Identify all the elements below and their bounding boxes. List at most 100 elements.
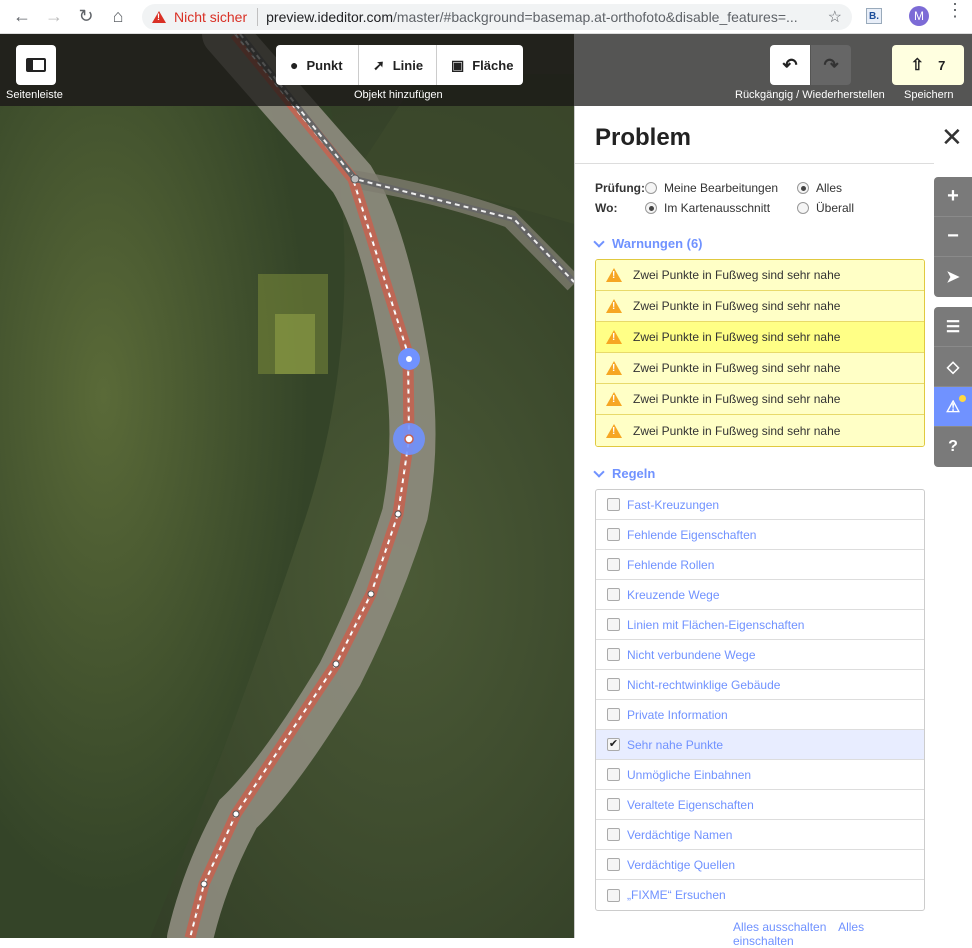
- redo-button[interactable]: ↷: [811, 45, 851, 85]
- rules-section-toggle[interactable]: Regeln: [593, 465, 656, 481]
- radio-everywhere-icon[interactable]: [797, 202, 809, 214]
- rule-label: Fehlende Rollen: [627, 557, 715, 572]
- map-data-icon[interactable]: ◇: [934, 347, 972, 387]
- rule-checkbox[interactable]: [607, 858, 620, 871]
- rule-label: Unmögliche Einbahnen: [627, 767, 752, 782]
- panel-header: Problem ✕: [575, 106, 963, 164]
- add-feature-label: Objekt hinzufügen: [354, 89, 443, 101]
- geolocate-icon[interactable]: ➤: [934, 257, 972, 297]
- radio-my-edits-label: Meine Bearbeitungen: [664, 181, 779, 195]
- rule-item[interactable]: Fehlende Rollen: [596, 550, 924, 580]
- back-icon[interactable]: ←: [6, 0, 38, 34]
- warning-item[interactable]: Zwei Punkte in Fußweg sind sehr nahe: [596, 291, 924, 322]
- warning-item-selected[interactable]: Zwei Punkte in Fußweg sind sehr nahe: [596, 322, 924, 353]
- issue-options: Prüfung: Meine Bearbeitungen Alles Wo: I…: [595, 178, 854, 218]
- rule-item[interactable]: Nicht-rechtwinklige Gebäude: [596, 670, 924, 700]
- rules-footer: Alles ausschalten Alles einschalten: [733, 920, 934, 948]
- undo-redo-label: Rückgängig / Wiederherstellen: [735, 89, 885, 101]
- rule-checkbox[interactable]: [607, 888, 620, 902]
- add-area-button[interactable]: ▣ Fläche: [437, 45, 523, 85]
- radio-my-edits[interactable]: Meine Bearbeitungen: [645, 181, 797, 195]
- point-marker-icon: ●: [290, 57, 299, 73]
- rule-item[interactable]: Unmögliche Einbahnen: [596, 760, 924, 790]
- warning-icon: [606, 392, 622, 406]
- rule-label: Private Information: [627, 707, 728, 722]
- radio-visible[interactable]: Im Kartenausschnitt: [645, 201, 797, 215]
- rule-checkbox[interactable]: [607, 558, 620, 571]
- rule-checkbox[interactable]: [607, 828, 620, 841]
- add-line-button[interactable]: ➚ Linie: [359, 45, 437, 85]
- help-icon[interactable]: ?: [934, 427, 972, 467]
- forward-icon[interactable]: →: [38, 0, 70, 34]
- warning-label: Zwei Punkte in Fußweg sind sehr nahe: [633, 330, 841, 344]
- add-point-button[interactable]: ● Punkt: [276, 45, 359, 85]
- rule-checkbox[interactable]: [607, 648, 620, 661]
- where-label: Wo:: [595, 201, 618, 215]
- zoom-out-icon[interactable]: −: [934, 217, 972, 257]
- check-label: Prüfung:: [595, 181, 645, 195]
- rule-item[interactable]: Private Information: [596, 700, 924, 730]
- rule-item[interactable]: Linien mit Flächen-Eigenschaften: [596, 610, 924, 640]
- warning-item[interactable]: Zwei Punkte in Fußweg sind sehr nahe: [596, 415, 924, 446]
- rule-checkbox[interactable]: [607, 618, 620, 631]
- profile-avatar[interactable]: M: [909, 6, 929, 26]
- rule-label: Sehr nahe Punkte: [627, 737, 724, 752]
- rule-checkbox[interactable]: [607, 798, 620, 811]
- extension-icon[interactable]: B.: [866, 8, 882, 24]
- rule-checkbox[interactable]: [607, 588, 620, 601]
- bookmark-star-icon[interactable]: ☆: [828, 7, 842, 27]
- upload-icon: ⇧: [910, 57, 925, 74]
- background-layers-icon[interactable]: ☰: [934, 307, 972, 347]
- warning-icon: [606, 268, 622, 282]
- save-count: 7: [938, 57, 946, 73]
- warning-icon: [606, 299, 622, 313]
- zoom-in-icon[interactable]: +: [934, 177, 972, 217]
- issues-badge: [959, 395, 966, 402]
- map-canvas[interactable]: [0, 34, 574, 938]
- rule-checkbox[interactable]: [607, 528, 620, 541]
- undo-icon: ↶: [782, 54, 798, 75]
- rule-checkbox[interactable]: [607, 678, 620, 691]
- warning-item[interactable]: Zwei Punkte in Fußweg sind sehr nahe: [596, 353, 924, 384]
- warning-icon: [606, 330, 622, 344]
- rule-checkbox[interactable]: [607, 768, 620, 781]
- warning-item[interactable]: Zwei Punkte in Fußweg sind sehr nahe: [596, 384, 924, 415]
- rule-item[interactable]: Fehlende Eigenschaften: [596, 520, 924, 550]
- rule-label: Linien mit Flächen-Eigenschaften: [627, 617, 805, 632]
- rule-item[interactable]: Fast-Kreuzungen: [596, 490, 924, 520]
- omnibox-divider: [257, 8, 259, 26]
- warning-item[interactable]: Zwei Punkte in Fußweg sind sehr nahe: [596, 260, 924, 291]
- rule-checkbox[interactable]: [607, 498, 620, 511]
- browser-toolbar: ← → ↻ ⌂ Nicht sicher preview.ideditor.co…: [0, 0, 972, 34]
- radio-my-edits-icon[interactable]: [645, 182, 657, 194]
- home-icon[interactable]: ⌂: [102, 0, 134, 34]
- save-button[interactable]: ⇧ 7: [892, 45, 964, 85]
- rule-checkbox[interactable]: [607, 708, 620, 721]
- close-icon[interactable]: ✕: [941, 122, 963, 153]
- radio-everywhere-label: Überall: [816, 201, 855, 215]
- rule-item[interactable]: Kreuzende Wege: [596, 580, 924, 610]
- undo-button[interactable]: ↶: [770, 45, 810, 85]
- radio-everywhere[interactable]: Überall: [797, 201, 854, 215]
- address-bar[interactable]: Nicht sicher preview.ideditor.com/master…: [142, 4, 852, 30]
- rule-checkbox-checked[interactable]: ✔: [607, 738, 620, 751]
- deselect-all-link[interactable]: Alles ausschalten: [733, 920, 826, 934]
- rule-label: Fehlende Eigenschaften: [627, 527, 757, 542]
- rule-item[interactable]: Verdächtige Quellen: [596, 850, 924, 880]
- sidebar-toggle-button[interactable]: [16, 45, 56, 85]
- warnings-section-toggle[interactable]: Warnungen (6): [593, 235, 703, 251]
- rule-item[interactable]: Verdächtige Namen: [596, 820, 924, 850]
- map-imagery: [0, 34, 574, 938]
- rule-item[interactable]: Veraltete Eigenschaften: [596, 790, 924, 820]
- radio-everything[interactable]: Alles: [797, 181, 842, 195]
- radio-visible-icon[interactable]: [645, 202, 657, 214]
- rules-header: Regeln: [612, 466, 656, 481]
- issues-icon[interactable]: ⚠: [934, 387, 972, 427]
- rule-item-checked[interactable]: ✔ Sehr nahe Punkte: [596, 730, 924, 760]
- radio-everything-icon[interactable]: [797, 182, 809, 194]
- browser-menu-icon[interactable]: ⋮: [946, 1, 964, 19]
- rule-item[interactable]: „FIXME“ Ersuchen: [596, 880, 924, 910]
- warning-label: Zwei Punkte in Fußweg sind sehr nahe: [633, 423, 841, 438]
- reload-icon[interactable]: ↻: [70, 0, 102, 34]
- rule-item[interactable]: Nicht verbundene Wege: [596, 640, 924, 670]
